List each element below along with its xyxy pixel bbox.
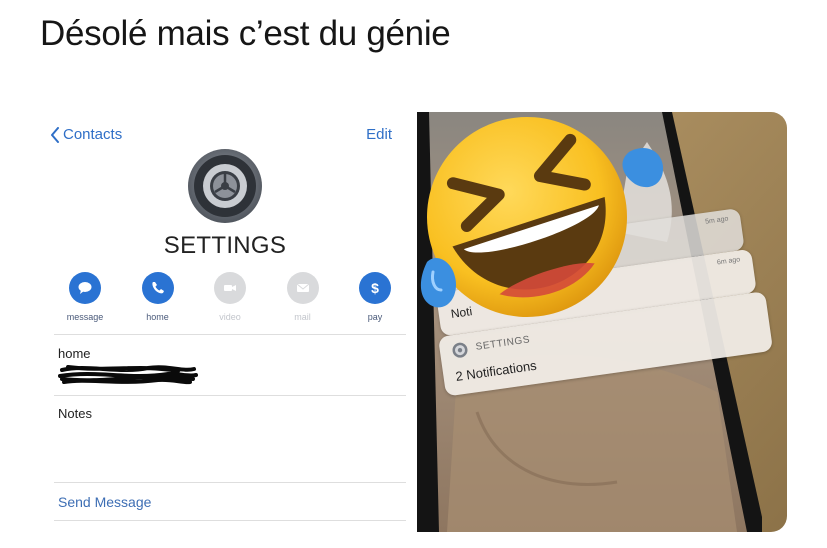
settings-gear-icon: [452, 342, 468, 358]
message-bubble-icon: [69, 272, 101, 304]
message-action-label: message: [66, 312, 104, 322]
contact-actions: message home video mail $ pay: [54, 272, 406, 322]
svg-text:$: $: [371, 280, 379, 296]
pay-action-label: pay: [367, 312, 383, 322]
notification-time: 6m ago: [716, 256, 741, 267]
call-action-button[interactable]: home: [127, 272, 189, 322]
back-label: Contacts: [63, 126, 123, 143]
contact-name: SETTINGS: [163, 232, 287, 259]
edit-button[interactable]: Edit: [366, 126, 392, 143]
contact-card: Contacts Edit SETTINGS message home vide…: [40, 112, 410, 532]
meme-caption: Désolé mais c’est du génie: [40, 14, 451, 53]
notification-body: 2 Notifications: [454, 357, 538, 384]
message-action-button[interactable]: message: [54, 272, 116, 322]
redacted-phone-scribble: [58, 365, 198, 385]
video-action-button[interactable]: video: [199, 272, 261, 322]
call-action-label: home: [146, 312, 169, 322]
dollar-icon: $: [359, 272, 391, 304]
settings-gear-icon: [188, 149, 262, 223]
phone-field-label: home: [58, 346, 91, 361]
mail-icon: [286, 272, 319, 304]
notes-field-label: Notes: [58, 406, 92, 421]
notification-app-name: SETTINGS: [475, 334, 531, 353]
pay-action-button[interactable]: $ pay: [344, 272, 406, 322]
mail-action-label: mail: [294, 312, 311, 322]
back-to-contacts-link[interactable]: Contacts: [50, 126, 122, 143]
divider: [54, 520, 406, 521]
divider: [54, 334, 406, 335]
phone-lockscreen-photo: 5m ago 6m ago Noti SETTINGS 2 Notificati…: [417, 112, 787, 532]
notification-time: 5m ago: [704, 215, 729, 226]
mail-action-button[interactable]: mail: [272, 272, 334, 322]
divider: [54, 482, 406, 483]
divider: [54, 395, 406, 396]
rolling-on-floor-laughing-emoji-icon: [420, 117, 664, 317]
video-camera-icon: [214, 272, 246, 304]
phone-icon: [141, 272, 174, 304]
send-message-link[interactable]: Send Message: [58, 494, 151, 510]
chevron-left-icon: [51, 126, 59, 143]
video-action-label: video: [219, 312, 241, 322]
